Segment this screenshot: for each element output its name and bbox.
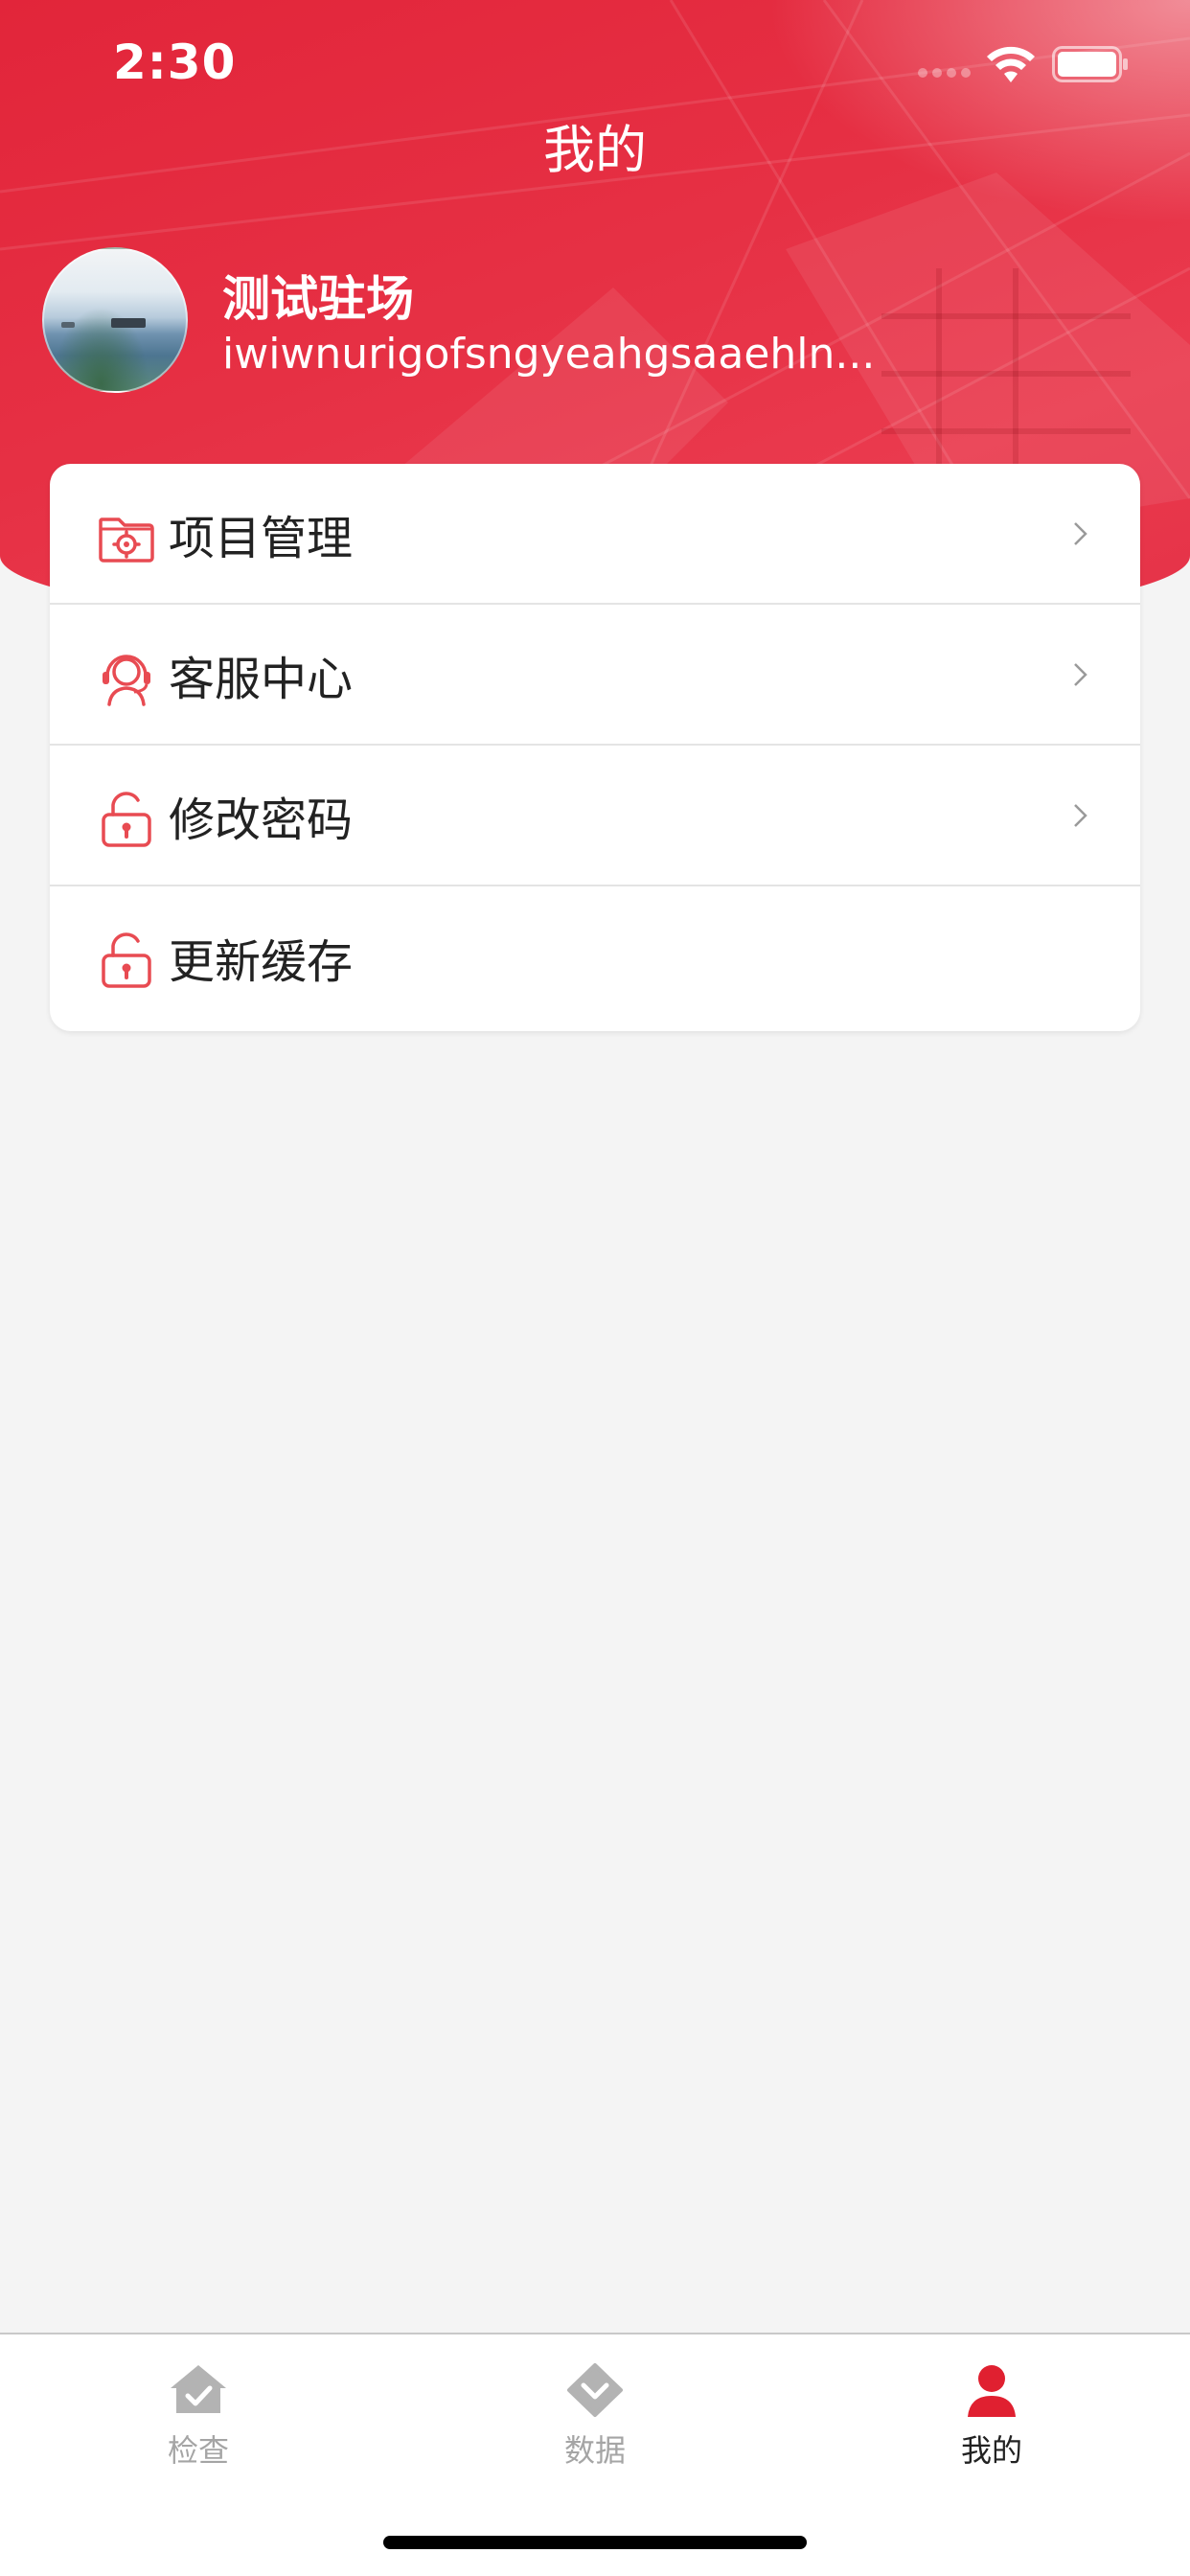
avatar-image-detail (111, 318, 146, 328)
menu-item-label: 客服中心 (169, 652, 354, 706)
signal-icon (918, 68, 971, 78)
tab-check[interactable]: 检查 (0, 2334, 397, 2488)
menu-card: 项目管理 客服中心 修改密码 更新缓存 (50, 464, 1140, 1031)
tab-label: 检查 (167, 2432, 229, 2469)
diamond-chevron-icon (567, 2363, 623, 2417)
headset-agent-icon (103, 655, 150, 706)
menu-item-update-cache[interactable]: 更新缓存 (50, 886, 1140, 1028)
unlock-icon (102, 932, 151, 988)
menu-item-project-management[interactable]: 项目管理 (50, 464, 1140, 605)
status-time: 2:30 (113, 34, 237, 90)
tab-label: 数据 (563, 2432, 626, 2469)
tab-label: 我的 (960, 2432, 1022, 2469)
avatar-image-detail (61, 322, 75, 328)
home-indicator (383, 2536, 807, 2549)
folder-gear-icon (99, 518, 154, 563)
battery-icon (1052, 46, 1128, 82)
chevron-right-icon (1074, 804, 1087, 827)
page-title: 我的 (543, 120, 647, 180)
profile-account: iwiwnurigofsngyeahgsaaehln... (222, 330, 876, 379)
tab-data[interactable]: 数据 (397, 2334, 793, 2488)
chevron-right-icon (1074, 522, 1087, 545)
menu-item-label: 项目管理 (169, 511, 354, 565)
screen: 2:30 我的 测试驻场 iwiwnurigofsngyeahgsaaehln.… (0, 0, 1190, 2576)
menu-item-change-password[interactable]: 修改密码 (50, 746, 1140, 886)
house-check-icon (171, 2365, 226, 2413)
tab-mine[interactable]: 我的 (793, 2334, 1190, 2488)
unlock-icon (102, 792, 151, 847)
chevron-right-icon (1074, 663, 1087, 686)
menu-item-label: 修改密码 (169, 793, 354, 847)
menu-item-customer-service[interactable]: 客服中心 (50, 605, 1140, 746)
person-icon (968, 2365, 1016, 2417)
menu-item-label: 更新缓存 (169, 935, 354, 989)
avatar[interactable] (42, 247, 188, 393)
profile-name: 测试驻场 (222, 271, 414, 327)
wifi-icon (987, 46, 1035, 82)
